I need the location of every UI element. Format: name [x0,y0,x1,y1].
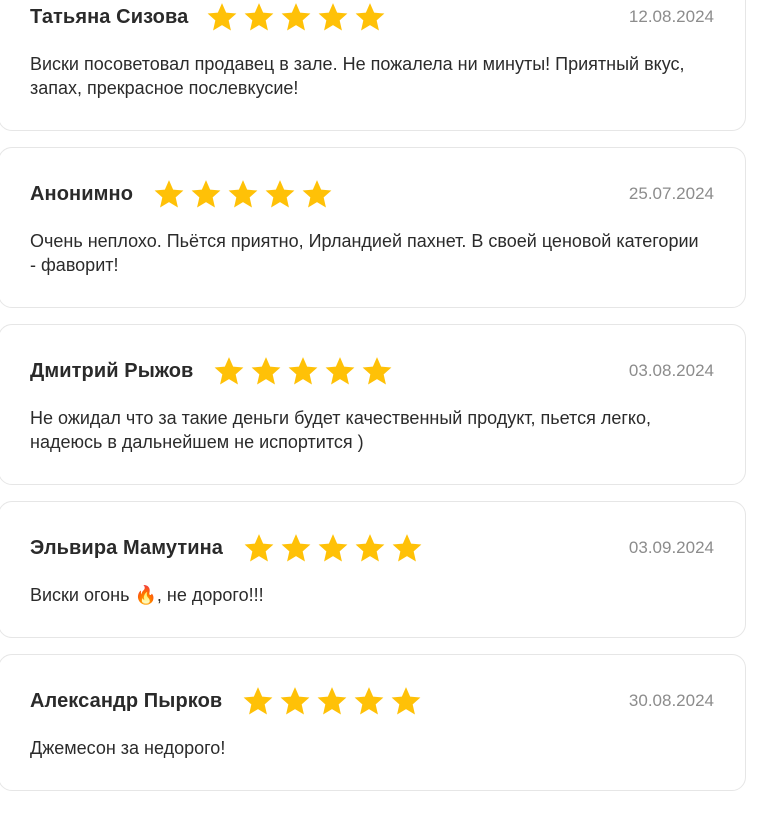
review-header: Татьяна Сизова 12.08.2024 [30,0,714,35]
review-text: Джемесон за недорого! [30,738,226,758]
star-icon [355,534,385,562]
review-text: Виски огонь 🔥, не дорого!!! [30,585,264,605]
star-icon [318,534,348,562]
star-icon [354,687,384,715]
rating-stars [242,685,422,717]
review-card: Александр Пырков 30.08.2024 Джемесон за … [0,654,746,791]
reviews-list: Татьяна Сизова 12.08.2024 Виски посовето… [0,0,776,828]
review-text: Очень неплохо. Пьётся приятно, Ирландией… [30,231,699,275]
review-date: 03.08.2024 [628,361,714,380]
rating-stars [243,532,423,564]
star-icon [280,687,310,715]
review-author: Анонимно [30,182,134,205]
review-author: Эльвира Мамутина [30,536,224,559]
rating-stars [153,178,333,210]
star-icon [281,534,311,562]
review-text: Виски посоветовал продавец в зале. Не по… [30,54,685,98]
review-author: Дмитрий Рыжов [30,359,194,382]
star-icon [317,687,347,715]
star-icon [302,180,332,208]
star-icon [318,3,348,31]
star-icon [244,534,274,562]
review-author: Александр Пырков [30,689,223,712]
star-icon [326,357,355,385]
review-date: 25.07.2024 [628,184,714,203]
review-date: 03.09.2024 [628,538,714,557]
review-author: Татьяна Сизова [30,5,189,28]
review-date: 30.08.2024 [628,691,714,710]
star-icon [281,3,311,31]
star-icon [392,534,422,562]
review-header: Дмитрий Рыжов 03.08.2024 [30,353,714,389]
star-icon [228,180,258,208]
review-card: Эльвира Мамутина 03.09.2024 Виски огонь … [0,501,746,638]
star-icon [243,687,273,715]
review-text: Не ожидал что за такие деньги будет каче… [30,408,652,452]
star-icon [252,357,281,385]
review-header: Александр Пырков 30.08.2024 [30,683,714,719]
star-icon [265,180,295,208]
review-header: Анонимно 25.07.2024 [30,176,714,212]
rating-stars [213,355,393,387]
review-header: Эльвира Мамутина 03.09.2024 [30,530,714,566]
star-icon [289,357,318,385]
star-icon [207,3,237,31]
star-icon [391,687,421,715]
rating-stars [206,1,386,33]
review-date: 12.08.2024 [628,7,714,26]
star-icon [244,3,274,31]
star-icon [154,180,184,208]
star-icon [191,180,221,208]
star-icon [363,357,392,385]
review-card: Татьяна Сизова 12.08.2024 Виски посовето… [0,0,746,131]
review-card: Дмитрий Рыжов 03.08.2024 Не ожидал что з… [0,324,746,485]
review-card: Анонимно 25.07.2024 Очень неплохо. Пьётс… [0,147,746,308]
star-icon [355,3,385,31]
star-icon [215,357,244,385]
